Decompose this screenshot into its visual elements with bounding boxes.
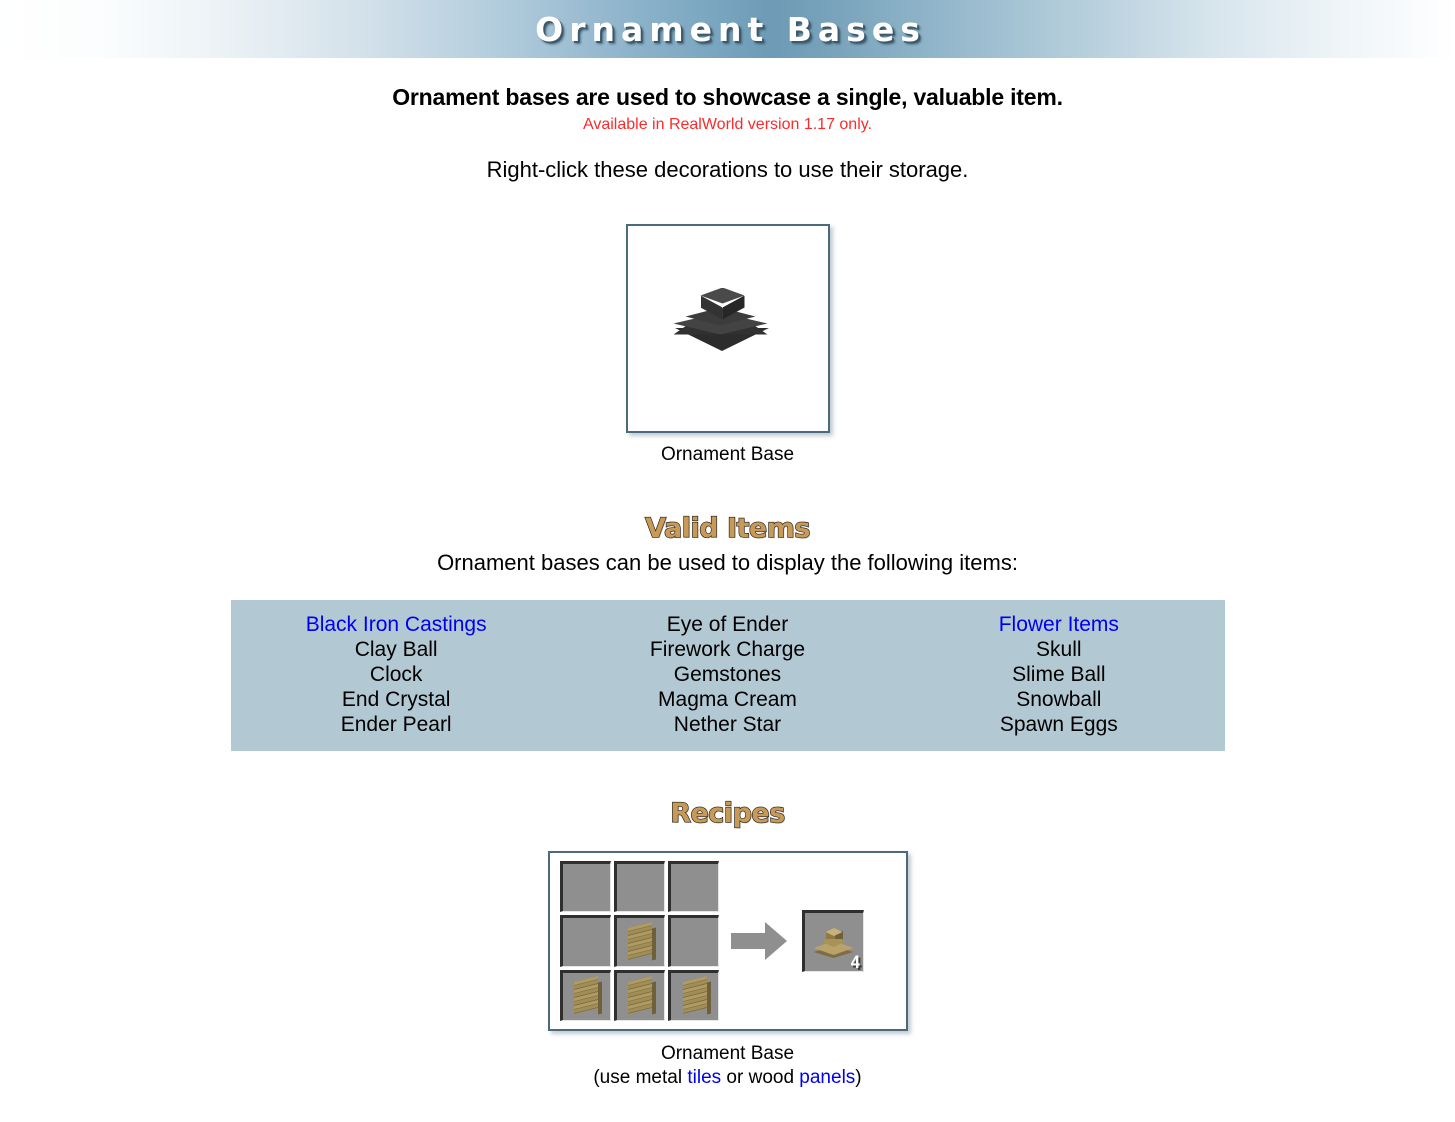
recipes-heading: Recipes — [670, 797, 786, 829]
item-slime-ball: Slime Ball — [1012, 663, 1106, 686]
ornament-base-icon — [668, 284, 788, 374]
item-ender-pearl: Ender Pearl — [340, 713, 452, 736]
item-eye-of-ender: Eye of Ender — [666, 613, 789, 636]
item-spawn-eggs: Spawn Eggs — [999, 713, 1118, 736]
wood-panel-face — [628, 976, 653, 1015]
caption-middle-text: or wood — [721, 1067, 800, 1088]
recipe-caption-materials: (use metal tiles or wood panels) — [593, 1066, 861, 1090]
valid-items-column-1: Black Iron Castings Clay Ball Clock End … — [231, 612, 562, 737]
craft-slot-2-0 — [559, 969, 611, 1021]
valid-items-heading: Valid Items — [644, 512, 811, 544]
item-skull: Skull — [1036, 638, 1082, 661]
item-link-flower-items[interactable]: Flower Items — [893, 612, 1224, 637]
item-snowball: Snowball — [1016, 688, 1102, 711]
wood-panel-edge — [652, 981, 657, 1015]
valid-items-column-3: Flower Items Skull Slime Ball Snowball S… — [893, 612, 1224, 737]
recipe-caption: Ornament Base (use metal tiles or wood p… — [593, 1042, 861, 1090]
page-title: Ornament Bases — [535, 9, 926, 49]
recipe-result-slot: 4 — [801, 910, 864, 973]
craft-slot-1-1 — [613, 915, 666, 967]
crafting-recipe-frame: 4 — [547, 851, 908, 1031]
intro-lead-text: Ornament bases are used to showcase a si… — [392, 84, 1063, 110]
recipe-section: 4 Ornament Base (use metal tiles or wood… — [0, 851, 1455, 1090]
item-link-black-iron-castings[interactable]: Black Iron Castings — [231, 612, 562, 637]
wood-panel-edge — [706, 981, 711, 1015]
version-availability-note: Available in RealWorld version 1.17 only… — [582, 116, 873, 133]
recipe-caption-title: Ornament Base — [660, 1043, 795, 1064]
result-count-badge: 4 — [850, 953, 861, 973]
craft-slot-2-1 — [613, 969, 666, 1021]
arrow-shaft — [730, 933, 765, 949]
caption-prefix-text: (use metal — [593, 1067, 688, 1088]
link-panels[interactable]: panels — [799, 1067, 855, 1088]
valid-items-panel: Black Iron Castings Clay Ball Clock End … — [230, 600, 1225, 751]
wood-panel-edge — [598, 981, 603, 1015]
ornament-base-result-icon — [812, 925, 856, 959]
wood-panel-icon — [678, 976, 712, 1015]
craft-slot-0-2 — [668, 861, 720, 913]
ornament-base-image-frame — [625, 224, 830, 433]
page-banner: Ornament Bases — [0, 0, 1455, 58]
item-firework-charge: Firework Charge — [649, 638, 806, 661]
wood-panel-icon — [569, 976, 603, 1015]
item-gemstones: Gemstones — [673, 663, 782, 686]
wood-panel-icon — [623, 976, 657, 1015]
showcase-section: Ornament Base — [0, 224, 1455, 466]
wood-panel-icon — [623, 921, 657, 961]
craft-slot-0-1 — [613, 861, 666, 913]
usage-instruction-text: Right-click these decorations to use the… — [486, 157, 969, 182]
arrow-head — [764, 922, 787, 960]
wood-panel-edge — [652, 927, 657, 961]
wood-panel-face — [574, 976, 599, 1015]
link-tiles[interactable]: tiles — [687, 1067, 721, 1088]
craft-slot-1-0 — [559, 915, 611, 967]
valid-items-column-2: Eye of Ender Firework Charge Gemstones M… — [562, 612, 893, 737]
valid-items-subtext: Ornament bases can be used to display th… — [437, 550, 1018, 575]
caption-suffix-text: ) — [855, 1067, 862, 1088]
intro-block: Ornament bases are used to showcase a si… — [0, 58, 1455, 183]
item-end-crystal: End Crystal — [341, 688, 451, 711]
wood-panel-face — [628, 921, 653, 960]
showcase-caption: Ornament Base — [660, 444, 795, 465]
item-magma-cream: Magma Cream — [658, 688, 797, 711]
craft-slot-0-0 — [559, 861, 611, 913]
crafting-grid — [559, 861, 720, 1021]
item-clay-ball: Clay Ball — [354, 638, 438, 661]
wood-panel-face — [682, 976, 707, 1015]
item-clock: Clock — [369, 663, 423, 686]
craft-slot-1-2 — [668, 915, 720, 967]
item-nether-star: Nether Star — [673, 713, 782, 736]
craft-slot-2-2 — [668, 969, 720, 1021]
